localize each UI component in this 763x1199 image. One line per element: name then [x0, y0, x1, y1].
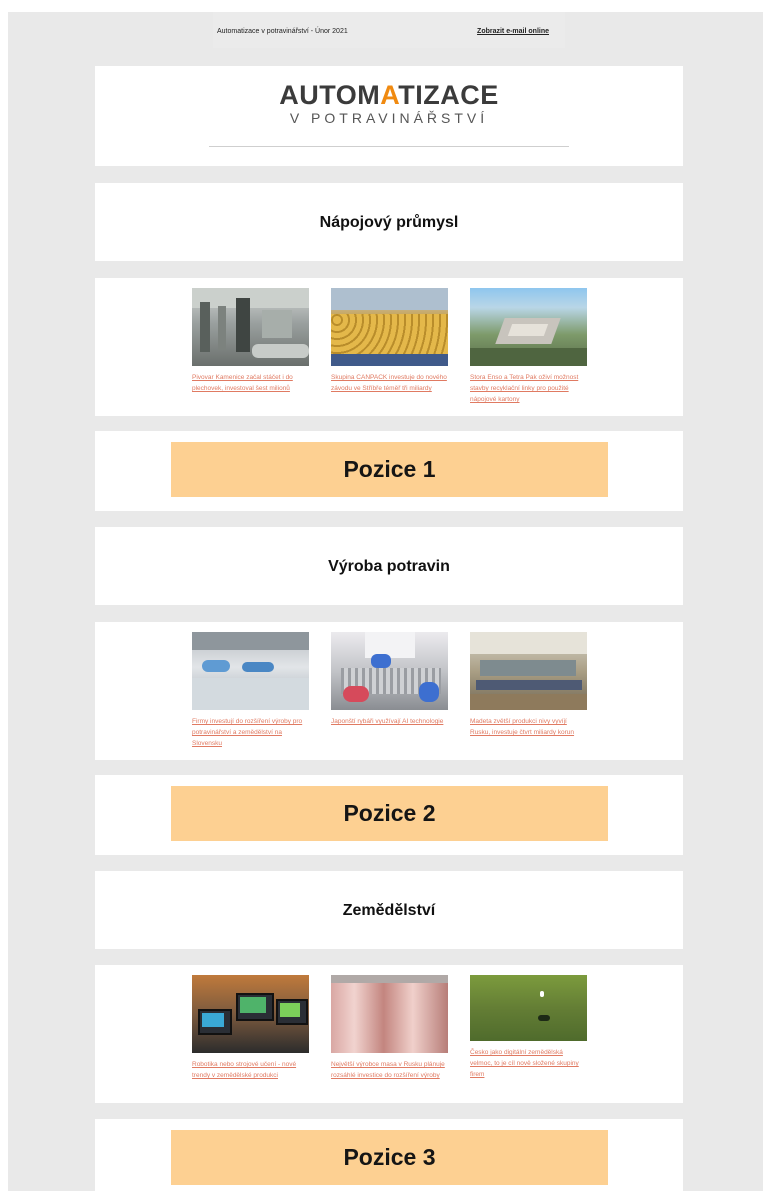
view-online-link[interactable]: Zobrazit e-mail online	[477, 28, 549, 35]
logo-text-prefix: AUTOM	[279, 80, 381, 110]
article-link[interactable]: Firmy investují do rozšíření výroby pro …	[192, 716, 309, 749]
article-link[interactable]: Skupina CANPACK investuje do nového závo…	[331, 372, 448, 394]
logo-accent-letter: A	[380, 80, 399, 110]
section-header-beverage: Nápojový průmysl	[95, 183, 683, 261]
articles-row-beverage: Pivovar Kamenice začal stáčet i do plech…	[95, 278, 683, 416]
article-card[interactable]: Stora Enso a Tetra Pak oživí možnost sta…	[470, 288, 587, 405]
article-image-processing-line[interactable]	[192, 632, 309, 710]
section-header-agriculture: Zemědělství	[95, 871, 683, 949]
article-image-cans-line[interactable]	[331, 288, 448, 366]
article-card[interactable]: Největší výrobce masa v Rusku plánuje ro…	[331, 975, 448, 1081]
logo-divider	[209, 146, 569, 147]
article-card[interactable]: Firmy investují do rozšíření výroby pro …	[192, 632, 309, 749]
article-link[interactable]: Japonští rybáři využívají AI technologie	[331, 716, 448, 727]
article-card[interactable]: Česko jako digitální zemědělská velmoc, …	[470, 975, 587, 1080]
article-link[interactable]: Pivovar Kamenice začal stáčet i do plech…	[192, 372, 309, 394]
article-link[interactable]: Robotika nebo strojové učení - nové tren…	[192, 1059, 309, 1081]
article-card[interactable]: Japonští rybáři využívají AI technologie	[331, 632, 448, 727]
article-image-meat-lab[interactable]	[331, 632, 448, 710]
article-image-tractor-cabin[interactable]	[192, 975, 309, 1053]
article-link[interactable]: Česko jako digitální zemědělská velmoc, …	[470, 1047, 587, 1080]
logo[interactable]: AUTOMATIZACE	[95, 80, 683, 111]
preheader-text: Automatizace v potravinářství - Únor 202…	[217, 28, 348, 35]
article-image-meat-carcasses[interactable]	[331, 975, 448, 1053]
logo-card: AUTOMATIZACE V POTRAVINÁŘSTVÍ	[95, 66, 683, 166]
ad-banner[interactable]: Pozice 3	[171, 1130, 608, 1185]
article-image-brewery-line[interactable]	[192, 288, 309, 366]
article-card[interactable]: Madeta zvětší produkci nivy vyvíjí Rusku…	[470, 632, 587, 738]
article-card[interactable]: Skupina CANPACK investuje do nového závo…	[331, 288, 448, 394]
article-card[interactable]: Robotika nebo strojové učení - nové tren…	[192, 975, 309, 1081]
section-header-food: Výroba potravin	[95, 527, 683, 605]
ad-slot-2: Pozice 2	[95, 775, 683, 855]
article-link[interactable]: Největší výrobce masa v Rusku plánuje ro…	[331, 1059, 448, 1081]
article-image-aerial-plant[interactable]	[470, 288, 587, 366]
ad-slot-3: Pozice 3	[95, 1119, 683, 1199]
preheader: Automatizace v potravinářství - Únor 202…	[213, 12, 565, 48]
article-image-production-hall[interactable]	[470, 632, 587, 710]
ad-banner[interactable]: Pozice 1	[171, 442, 608, 497]
article-link[interactable]: Stora Enso a Tetra Pak oživí možnost sta…	[470, 372, 587, 405]
articles-row-agriculture: Robotika nebo strojové učení - nové tren…	[95, 965, 683, 1103]
ad-slot-1: Pozice 1	[95, 431, 683, 511]
articles-row-food: Firmy investují do rozšíření výroby pro …	[95, 622, 683, 760]
logo-subtitle: V POTRAVINÁŘSTVÍ	[289, 110, 489, 126]
logo-text-suffix: TIZACE	[398, 80, 499, 110]
section-title: Výroba potravin	[328, 558, 450, 575]
section-title: Zemědělství	[342, 902, 436, 919]
ad-banner[interactable]: Pozice 2	[171, 786, 608, 841]
article-link[interactable]: Madeta zvětší produkci nivy vyvíjí Rusku…	[470, 716, 587, 738]
article-card[interactable]: Pivovar Kamenice začal stáčet i do plech…	[192, 288, 309, 394]
section-title: Nápojový průmysl	[319, 214, 459, 231]
article-image-field-drone[interactable]	[470, 975, 587, 1041]
